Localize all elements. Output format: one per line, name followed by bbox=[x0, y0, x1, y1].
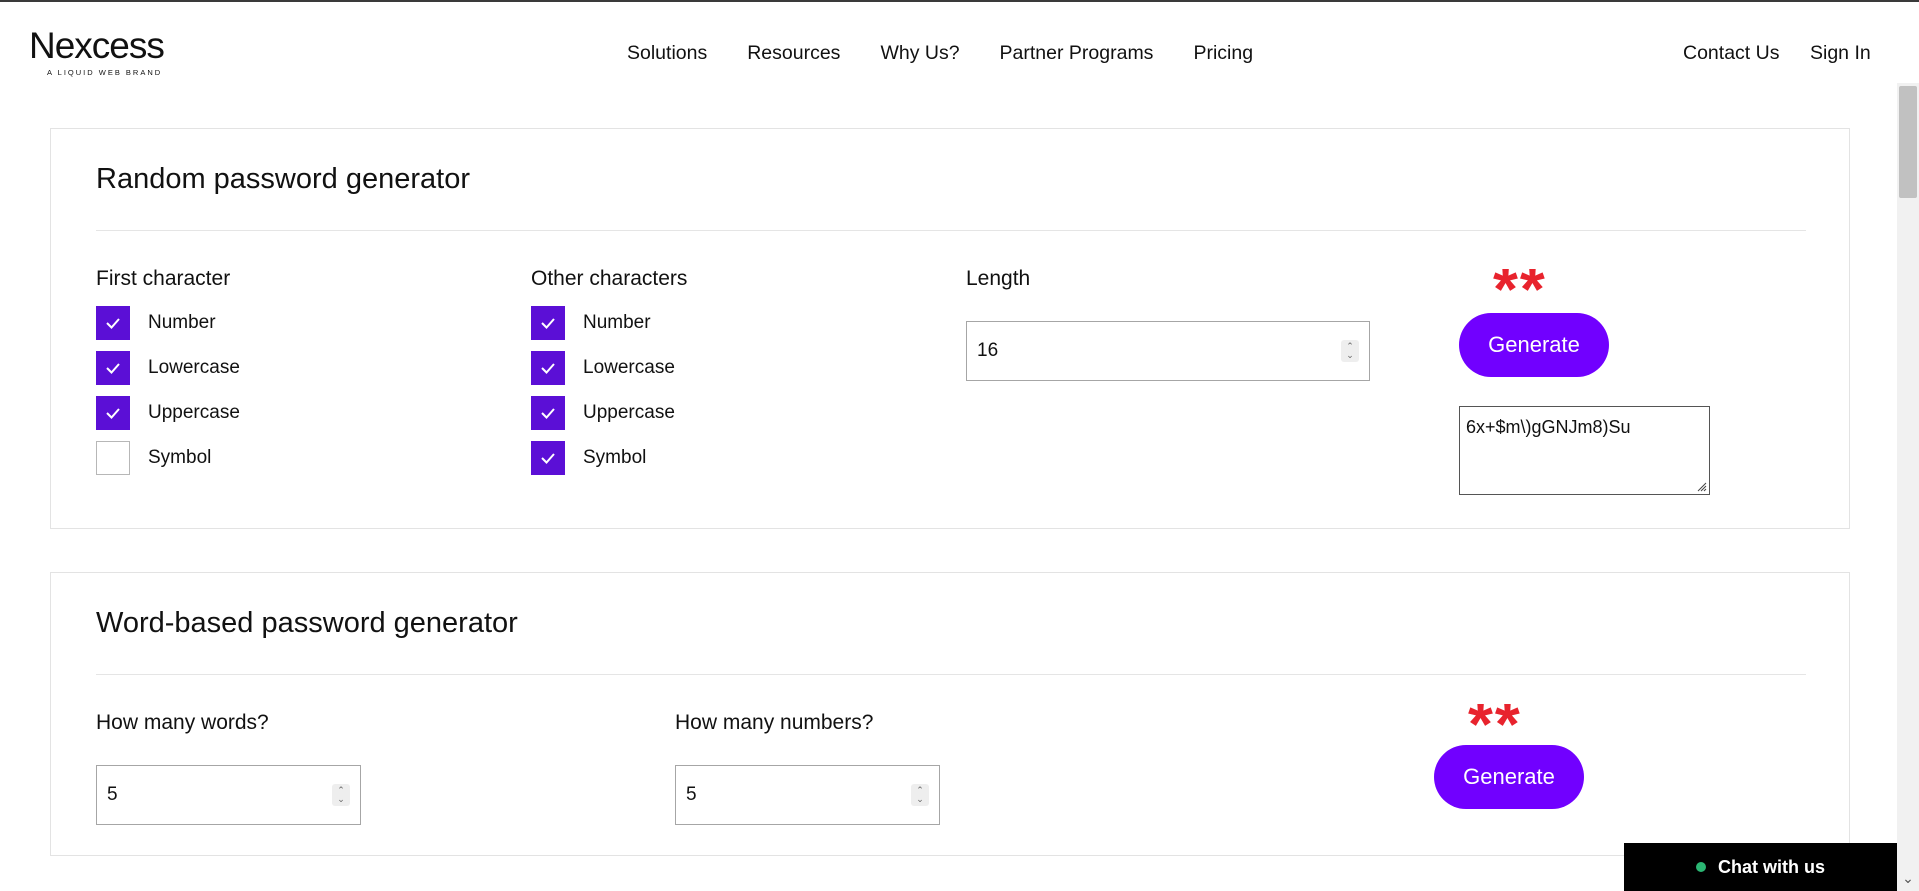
numbers-label: How many numbers? bbox=[675, 711, 874, 734]
chat-with-us-button[interactable]: Chat with us bbox=[1624, 843, 1897, 891]
scrollbar-thumb[interactable] bbox=[1899, 86, 1917, 198]
words-input[interactable]: 5 ⌃ ⌄ bbox=[96, 765, 361, 825]
chat-label: Chat with us bbox=[1718, 856, 1825, 877]
resize-grip-icon[interactable] bbox=[1695, 480, 1707, 492]
first-number-option[interactable]: Number bbox=[96, 306, 216, 340]
other-uppercase-label: Uppercase bbox=[583, 402, 675, 423]
word-generator-title: Word-based password generator bbox=[96, 607, 518, 639]
password-output[interactable]: 6x+$m\)gGNJm8)Su bbox=[1459, 406, 1710, 495]
logo-wordmark: Nexcess bbox=[29, 25, 165, 66]
words-spinner[interactable]: ⌃ ⌄ bbox=[332, 784, 350, 806]
length-input[interactable]: 16 ⌃ ⌄ bbox=[966, 321, 1370, 381]
page-scrollbar[interactable] bbox=[1897, 83, 1919, 891]
generate-word-button[interactable]: Generate bbox=[1434, 745, 1584, 809]
first-lowercase-checkbox[interactable] bbox=[96, 351, 130, 385]
word-divider bbox=[96, 674, 1806, 675]
other-number-label: Number bbox=[583, 312, 651, 333]
nav-resources[interactable]: Resources bbox=[747, 42, 840, 65]
password-output-value: 6x+$m\)gGNJm8)Su bbox=[1466, 417, 1631, 437]
other-lowercase-option[interactable]: Lowercase bbox=[531, 351, 675, 385]
random-generator-title: Random password generator bbox=[96, 163, 470, 195]
other-number-option[interactable]: Number bbox=[531, 306, 651, 340]
other-symbol-checkbox[interactable] bbox=[531, 441, 565, 475]
nexcess-logo[interactable]: Nexcess A LIQUID WEB BRAND bbox=[29, 25, 165, 78]
length-label: Length bbox=[966, 267, 1031, 290]
numbers-spinner[interactable]: ⌃ ⌄ bbox=[911, 784, 929, 806]
first-uppercase-label: Uppercase bbox=[148, 402, 240, 423]
numbers-input[interactable]: 5 ⌃ ⌄ bbox=[675, 765, 940, 825]
first-number-label: Number bbox=[148, 312, 216, 333]
nav-partner-programs[interactable]: Partner Programs bbox=[1000, 42, 1154, 65]
other-symbol-option[interactable]: Symbol bbox=[531, 441, 646, 475]
first-number-checkbox[interactable] bbox=[96, 306, 130, 340]
word-password-card: Word-based password generator How many w… bbox=[50, 572, 1850, 856]
other-characters-label: Other characters bbox=[531, 267, 688, 290]
word-required-asterisks: ** bbox=[1468, 704, 1522, 744]
nav-contact-wrap: Contact Us bbox=[1683, 42, 1779, 65]
other-lowercase-checkbox[interactable] bbox=[531, 351, 565, 385]
main-nav: Solutions Resources Why Us? Partner Prog… bbox=[627, 42, 1293, 65]
length-spinner[interactable]: ⌃ ⌄ bbox=[1341, 340, 1359, 362]
first-uppercase-option[interactable]: Uppercase bbox=[96, 396, 240, 430]
other-lowercase-label: Lowercase bbox=[583, 357, 675, 378]
other-uppercase-checkbox[interactable] bbox=[531, 396, 565, 430]
nav-why-us[interactable]: Why Us? bbox=[880, 42, 959, 65]
first-uppercase-checkbox[interactable] bbox=[96, 396, 130, 430]
first-symbol-checkbox[interactable] bbox=[96, 441, 130, 475]
scroll-down-icon[interactable]: ⌄ bbox=[1900, 870, 1916, 886]
generate-random-button[interactable]: Generate bbox=[1459, 313, 1609, 377]
nav-solutions[interactable]: Solutions bbox=[627, 42, 707, 65]
first-lowercase-option[interactable]: Lowercase bbox=[96, 351, 240, 385]
first-symbol-option[interactable]: Symbol bbox=[96, 441, 211, 475]
other-number-checkbox[interactable] bbox=[531, 306, 565, 340]
random-password-card: Random password generator First characte… bbox=[50, 128, 1850, 529]
nav-sign-in[interactable]: Sign In bbox=[1810, 42, 1871, 65]
first-lowercase-label: Lowercase bbox=[148, 357, 240, 378]
other-symbol-label: Symbol bbox=[583, 447, 647, 468]
length-value: 16 bbox=[977, 340, 999, 361]
required-asterisks: ** bbox=[1493, 269, 1547, 309]
other-uppercase-option[interactable]: Uppercase bbox=[531, 396, 675, 430]
first-symbol-label: Symbol bbox=[148, 447, 212, 468]
words-label: How many words? bbox=[96, 711, 269, 734]
words-value: 5 bbox=[107, 784, 118, 805]
first-character-label: First character bbox=[96, 267, 231, 290]
logo-tagline: A LIQUID WEB BRAND bbox=[47, 68, 163, 77]
online-status-icon bbox=[1696, 862, 1706, 872]
nav-sign-in-wrap: Sign In bbox=[1810, 42, 1871, 65]
random-divider bbox=[96, 230, 1806, 231]
nav-pricing[interactable]: Pricing bbox=[1193, 42, 1253, 65]
nav-contact-us[interactable]: Contact Us bbox=[1683, 42, 1779, 65]
site-header: Nexcess A LIQUID WEB BRAND Solutions Res… bbox=[0, 2, 1919, 102]
numbers-value: 5 bbox=[686, 784, 697, 805]
